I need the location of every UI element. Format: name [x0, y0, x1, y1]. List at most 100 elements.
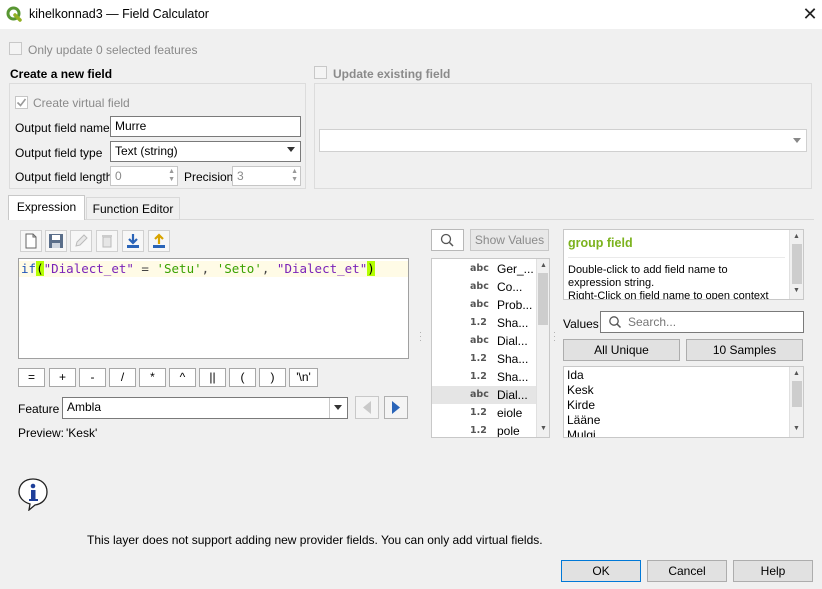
tab-expression[interactable]: Expression [8, 195, 85, 220]
field-type-badge: abc [470, 389, 489, 400]
qgis-logo-icon [6, 6, 22, 22]
only-update-selected-checkbox[interactable] [9, 42, 22, 55]
field-type-badge: 1.2 [470, 317, 487, 328]
new-file-icon[interactable] [20, 230, 42, 252]
save-icon[interactable] [45, 230, 67, 252]
operator-multiply-button[interactable]: * [139, 368, 166, 387]
output-field-length-spinbox[interactable]: 0 ▲ ▼ [110, 166, 178, 186]
scroll-up-icon[interactable]: ▲ [793, 370, 800, 377]
precision-spinbox[interactable]: 3 ▲ ▼ [232, 166, 301, 186]
close-icon[interactable]: ✕ [800, 4, 820, 24]
operator-equals-button[interactable]: = [18, 368, 45, 387]
output-field-type-value: Text (string) [115, 144, 178, 158]
show-values-button[interactable]: Show Values [470, 229, 549, 251]
window-title: kihelkonnad3 — Field Calculator [29, 7, 209, 21]
previous-feature-button[interactable] [355, 396, 379, 419]
operator-newline-button[interactable]: '\n' [289, 368, 318, 387]
field-tree-scrollbar[interactable]: ▲ ▼ [536, 259, 549, 437]
field-list-item-selected[interactable]: abc Dial... [432, 386, 536, 404]
scroll-down-icon[interactable]: ▼ [540, 425, 547, 432]
delete-icon[interactable] [96, 230, 118, 252]
scroll-up-icon[interactable]: ▲ [540, 262, 547, 269]
cancel-button[interactable]: Cancel [647, 560, 727, 582]
scrollbar-thumb[interactable] [792, 244, 802, 284]
field-list-item[interactable]: 1.2 pole [432, 422, 536, 438]
search-button[interactable] [431, 229, 464, 251]
value-item[interactable]: Kesk [567, 383, 600, 398]
values-search-input[interactable]: Search... [600, 311, 804, 333]
expr-string: 'Seto' [216, 261, 262, 276]
update-existing-field-checkbox[interactable] [314, 66, 327, 79]
output-field-name-input[interactable]: Murre [110, 116, 301, 137]
value-item[interactable]: Kirde [567, 398, 600, 413]
all-unique-button[interactable]: All Unique [563, 339, 680, 361]
operator-plus-button[interactable]: + [49, 368, 76, 387]
tab-function-editor[interactable]: Function Editor [86, 197, 180, 219]
arrow-right-icon [392, 401, 400, 414]
update-existing-field-label: Update existing field [333, 67, 451, 81]
feature-combo[interactable]: Ambla [62, 397, 348, 419]
value-item[interactable]: Lääne [567, 413, 600, 428]
info-icon [18, 478, 48, 511]
field-list-item[interactable]: abc Co... [432, 278, 536, 296]
field-list-item[interactable]: 1.2 Sha... [432, 350, 536, 368]
field-tree[interactable]: abc Ger_... abc Co... abc Prob... 1.2 Sha...… [431, 258, 550, 438]
scrollbar-thumb[interactable] [792, 381, 802, 407]
feature-value: Ambla [67, 400, 102, 414]
scroll-up-icon[interactable]: ▲ [793, 233, 800, 240]
expr-field: "Dialect_et" [43, 261, 134, 276]
values-list[interactable]: Ida Kesk Kirde Lääne Mulgi ▲ ▼ [563, 366, 804, 438]
preview-value: 'Kesk' [66, 426, 98, 440]
existing-field-combo[interactable] [319, 129, 807, 152]
spin-arrows-icon[interactable]: ▲ ▼ [291, 168, 298, 184]
field-name: Dial... [497, 334, 528, 348]
field-name: Sha... [497, 316, 529, 330]
output-field-name-label: Output field name [15, 121, 110, 135]
output-field-type-combo[interactable]: Text (string) [110, 141, 301, 162]
values-scrollbar[interactable]: ▲ ▼ [789, 367, 803, 437]
field-list-item[interactable]: abc Prob... [432, 296, 536, 314]
expr-function: if [21, 261, 37, 276]
field-list-item[interactable]: 1.2 Sha... [432, 368, 536, 386]
edit-icon[interactable] [70, 230, 92, 252]
arrow-left-icon [363, 401, 371, 414]
scrollbar-thumb[interactable] [538, 273, 548, 325]
scroll-down-icon[interactable]: ▼ [793, 425, 800, 432]
scroll-down-icon[interactable]: ▼ [793, 287, 800, 294]
value-item[interactable]: Mulgi [567, 428, 600, 437]
ten-samples-button[interactable]: 10 Samples [686, 339, 803, 361]
field-type-badge: 1.2 [470, 425, 487, 436]
help-button[interactable]: Help [733, 560, 813, 582]
output-field-length-label: Output field length [15, 170, 113, 184]
operator-concat-button[interactable]: || [199, 368, 226, 387]
spin-arrows-icon[interactable]: ▲ ▼ [168, 168, 175, 184]
field-name: pole [497, 424, 520, 438]
expression-editor[interactable]: if("Dialect_et" = 'Setu', 'Seto', "Diale… [18, 258, 409, 359]
export-icon[interactable] [148, 230, 170, 252]
operator-power-button[interactable]: ^ [169, 368, 196, 387]
create-virtual-field-checkbox[interactable] [15, 96, 28, 109]
operator-divide-button[interactable]: / [109, 368, 136, 387]
import-icon[interactable] [122, 230, 144, 252]
field-type-badge: abc [470, 299, 489, 310]
ok-button[interactable]: OK [561, 560, 641, 582]
virtual-fields-message: This layer does not support adding new p… [87, 533, 543, 547]
field-name: eiole [497, 406, 523, 420]
splitter-handle[interactable]: · · · [419, 328, 422, 345]
value-item[interactable]: Ida [567, 368, 600, 383]
expr-paren-close: ) [367, 261, 375, 276]
next-feature-button[interactable] [384, 396, 408, 419]
field-list-item[interactable]: abc Dial... [432, 332, 536, 350]
help-scrollbar[interactable]: ▲ ▼ [789, 230, 803, 299]
field-list-item[interactable]: 1.2 Sha... [432, 314, 536, 332]
only-update-selected-label: Only update 0 selected features [28, 43, 198, 57]
preview-label: Preview: [18, 426, 65, 440]
help-title: group field [568, 236, 633, 250]
operator-close-paren-button[interactable]: ) [259, 368, 286, 387]
field-list-item[interactable]: abc Ger_... [432, 260, 536, 278]
splitter-handle[interactable]: · · · [553, 328, 556, 345]
field-list-item[interactable]: 1.2 eiole [432, 404, 536, 422]
operator-minus-button[interactable]: - [79, 368, 106, 387]
operator-open-paren-button[interactable]: ( [229, 368, 256, 387]
field-type-badge: abc [470, 335, 489, 346]
